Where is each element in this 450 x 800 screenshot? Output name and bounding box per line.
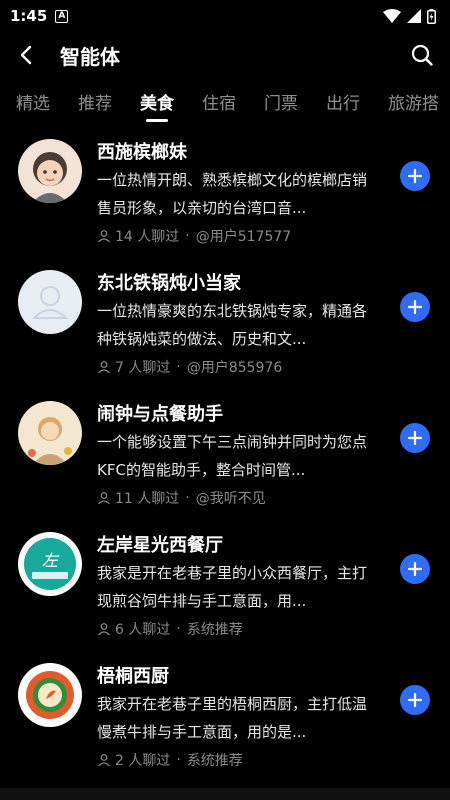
agent-meta: 7 人聊过 · @用户855976 (97, 357, 282, 377)
status-time: 1:45 (10, 7, 48, 25)
tab-featured[interactable]: 精选 (16, 78, 50, 130)
status-bar: 1:45 A (0, 0, 450, 32)
add-button[interactable] (400, 685, 430, 715)
list-item[interactable]: 左 左岸星光西餐厅 我家是开在老巷子里的小众西餐厅，主打现煎谷饲牛排与手工意面，… (0, 529, 450, 660)
agent-description: 一位热情豪爽的东北铁锅炖专家，精通各种铁锅炖菜的做法、历史和文... (97, 302, 368, 348)
agent-list: 西施槟榔妹 一位热情开朗、熟悉槟榔文化的槟榔店销售员形象，以亲切的台湾口音...… (0, 130, 450, 791)
agent-meta: 6 人聊过 · 系统推荐 (97, 619, 243, 639)
person-icon (98, 492, 110, 505)
agent-name: 东北铁锅炖小当家 (97, 273, 241, 294)
agent-name: 西施槟榔妹 (97, 142, 187, 163)
tab-tickets[interactable]: 门票 (264, 78, 298, 130)
tab-travel[interactable]: 出行 (326, 78, 360, 130)
author: 系统推荐 (186, 753, 243, 769)
tab-recommended[interactable]: 推荐 (78, 78, 112, 130)
chat-count: 11 人聊过 (115, 491, 180, 507)
add-button[interactable] (400, 161, 430, 191)
plus-icon (408, 693, 422, 707)
author: @用户517577 (195, 229, 292, 245)
agent-description: 一位热情开朗、熟悉槟榔文化的槟榔店销售员形象，以亲切的台湾口音... (97, 171, 368, 217)
wifi-icon (383, 9, 401, 23)
chat-count: 2 人聊过 (115, 753, 171, 769)
add-button[interactable] (400, 292, 430, 322)
list-item[interactable]: 东北铁锅炖小当家 一位热情豪爽的东北铁锅炖专家，精通各种铁锅炖菜的做法、历史和文… (0, 267, 450, 398)
agent-meta: 11 人聊过 · @我听不见 (97, 488, 266, 508)
tab-lodging[interactable]: 住宿 (202, 78, 236, 130)
separator: · (185, 490, 190, 506)
separator: · (176, 621, 181, 637)
next-item-peek (0, 788, 450, 800)
tab-food[interactable]: 美食 (140, 78, 174, 130)
plus-icon (408, 431, 422, 445)
separator: · (176, 752, 181, 768)
person-icon (98, 623, 110, 636)
tab-tour[interactable]: 旅游搭 (388, 78, 439, 130)
search-button[interactable] (410, 43, 434, 67)
svg-text:左: 左 (42, 551, 60, 570)
chat-count: 14 人聊过 (115, 229, 180, 245)
page-title: 智能体 (60, 44, 120, 69)
avatar (18, 663, 82, 727)
agent-description: 我家是开在老巷子里的小众西餐厅，主打现煎谷饲牛排与手工意面，用... (97, 564, 368, 610)
author: @用户855976 (186, 360, 283, 376)
person-icon (98, 230, 110, 243)
avatar: 左 (18, 532, 82, 596)
plus-icon (408, 562, 422, 576)
avatar (18, 401, 82, 465)
agent-name: 闹钟与点餐助手 (97, 404, 223, 425)
agent-name: 左岸星光西餐厅 (97, 535, 223, 556)
add-button[interactable] (400, 423, 430, 453)
agent-description: 我家开在老巷子里的梧桐西厨，主打低温慢煮牛排与手工意面，用的是... (97, 695, 368, 741)
person-icon (98, 361, 110, 374)
list-item[interactable]: 梧桐西厨 我家开在老巷子里的梧桐西厨，主打低温慢煮牛排与手工意面，用的是... … (0, 660, 450, 791)
list-item[interactable]: 西施槟榔妹 一位热情开朗、熟悉槟榔文化的槟榔店销售员形象，以亲切的台湾口音...… (0, 136, 450, 267)
plus-icon (408, 300, 422, 314)
avatar (18, 270, 82, 334)
back-arrow-icon (20, 45, 32, 65)
chat-count: 6 人聊过 (115, 622, 171, 638)
search-icon (411, 44, 433, 66)
back-button[interactable] (14, 43, 38, 67)
agent-description: 一个能够设置下午三点闹钟并同时为您点KFC的智能助手，整合时间管... (97, 433, 368, 479)
separator: · (176, 359, 181, 375)
category-tabs: 精选 推荐 美食 住宿 门票 出行 旅游搭 (0, 78, 450, 130)
avatar (18, 139, 82, 203)
agent-meta: 14 人聊过 · @用户517577 (97, 226, 291, 246)
agent-meta: 2 人聊过 · 系统推荐 (97, 750, 243, 770)
signal-icon (407, 9, 421, 23)
author: 系统推荐 (186, 622, 243, 638)
header: 智能体 (0, 32, 450, 78)
list-item[interactable]: 闹钟与点餐助手 一个能够设置下午三点闹钟并同时为您点KFC的智能助手，整合时间管… (0, 398, 450, 529)
battery-icon (427, 8, 436, 24)
author: @我听不见 (195, 491, 266, 507)
sim-icon: A (55, 9, 69, 23)
plus-icon (408, 169, 422, 183)
chat-count: 7 人聊过 (115, 360, 171, 376)
agent-name: 梧桐西厨 (97, 666, 169, 687)
add-button[interactable] (400, 554, 430, 584)
separator: · (185, 228, 190, 244)
person-icon (98, 754, 110, 767)
